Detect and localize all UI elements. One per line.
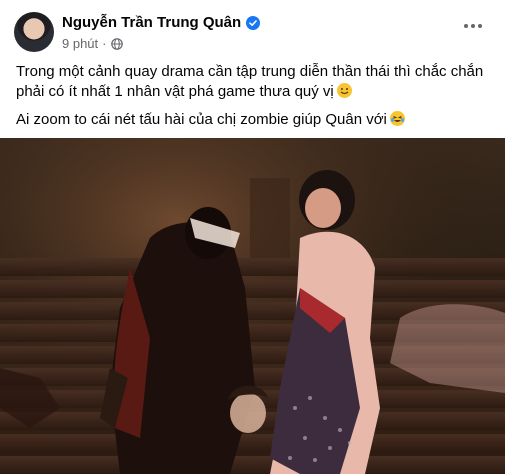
post-time[interactable]: 9 phút — [62, 36, 98, 51]
photo-scene — [0, 138, 505, 474]
meta-separator: · — [102, 36, 107, 51]
post-meta: 9 phút · — [62, 36, 123, 51]
laughing-face-emoji — [389, 111, 405, 126]
author-name[interactable]: Nguyễn Trần Trung Quân — [62, 14, 241, 31]
post-line-1: Trong một cảnh quay drama cần tập trung … — [16, 63, 484, 100]
post-header: Nguyễn Trần Trung Quân 9 phút · — [0, 0, 505, 60]
avatar[interactable] — [14, 12, 54, 52]
verified-badge-icon — [246, 15, 261, 30]
post-text: Trong một cảnh quay drama cần tập trung … — [16, 62, 486, 138]
facebook-post: Nguyễn Trần Trung Quân 9 phút · Trong mộ… — [0, 0, 505, 474]
post-photo[interactable] — [0, 138, 505, 474]
post-line-2: Ai zoom to cái nét tấu hài của chị zombi… — [16, 110, 486, 130]
smiling-face-emoji — [336, 83, 352, 98]
globe-icon — [110, 37, 123, 50]
author-row: Nguyễn Trần Trung Quân — [62, 14, 261, 31]
more-options-icon[interactable] — [461, 18, 485, 34]
